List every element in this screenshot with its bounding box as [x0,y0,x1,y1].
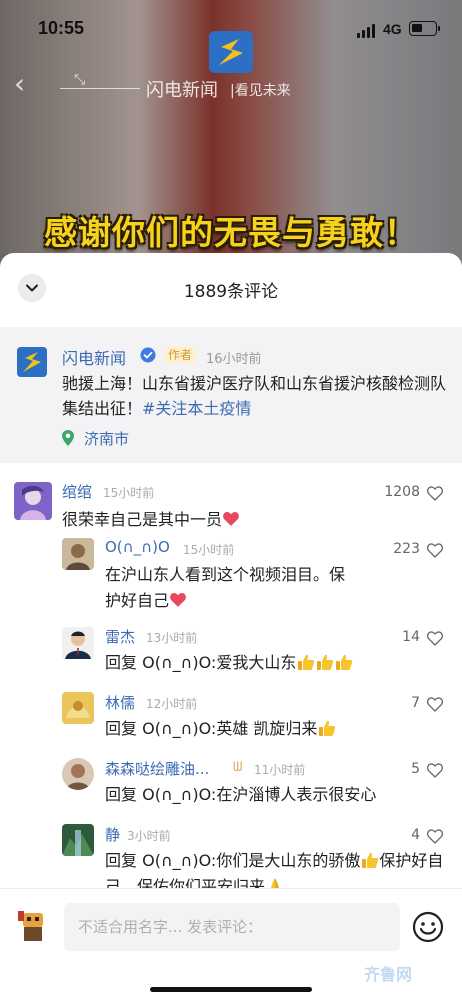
signal-icon [357,24,375,38]
sheet-header: 1889条评论 [0,253,462,323]
post-hashtag[interactable]: #关注本土疫情 [142,399,251,418]
like-count: 4 [411,827,420,843]
comment-avatar[interactable] [62,824,94,856]
location-pin-icon [62,430,74,446]
comment-avatar[interactable] [62,627,94,659]
comment-text: 回复 O(∩_∩)O:爱我大山东 [105,650,353,676]
comment-time: 13小时前 [146,631,198,645]
comment-author[interactable]: 静 [105,824,120,845]
post-author-name[interactable]: 闪电新闻 [62,345,126,369]
reply-prefix: 回复 [105,653,138,672]
my-avatar[interactable] [14,907,52,945]
post-text: 驰援上海！山东省援沪医疗队和山东省援沪核酸检测队集结出征！ [62,374,447,418]
brand-divider [60,88,140,89]
reply-target[interactable]: O(∩_∩)O [142,653,211,672]
comment-avatar[interactable] [62,538,94,570]
watermark: 齐鲁网 [364,965,413,984]
comment-body: 很荣幸自己是其中一员 [62,510,223,529]
video-brand-name: 闪电新闻 [146,80,218,101]
like-heart-icon[interactable] [427,486,443,501]
battery-icon [409,21,440,36]
home-indicator[interactable] [150,987,312,992]
reply-prefix: 回复 [105,719,138,738]
thumbs-up-emoji-icon [298,654,315,670]
like-heart-icon[interactable] [427,763,443,778]
reply-item[interactable]: 林儒 12小时前 7 回复 O(∩_∩)O:英雄 凯旋归来 [0,688,462,748]
like-heart-icon[interactable] [427,697,443,712]
like-count: 5 [411,761,420,777]
like-count: 7 [411,695,420,711]
like-count: 1208 [384,484,420,500]
thumbs-up-emoji-icon [336,654,353,670]
post-author-avatar[interactable] [17,347,47,377]
reply-item[interactable]: 雷杰 13小时前 14 回复 O(∩_∩)O:爱我大山东 [0,622,462,682]
comment-time: 15小时前 [183,543,235,557]
reply-target[interactable]: O(∩_∩)O [142,719,211,738]
app-logo-icon [209,31,253,73]
comment-avatar[interactable] [62,758,94,790]
thumbs-up-emoji-icon [319,720,336,736]
comment-body: :你们是大山东的骄傲 [210,851,361,870]
reply-prefix: 回复 [105,851,138,870]
reply-target[interactable]: O(∩_∩)O [142,851,211,870]
thumbs-up-emoji-icon [317,654,334,670]
comment-time: 12小时前 [146,697,198,711]
original-post[interactable]: 闪电新闻 作者 16小时前 驰援上海！山东省援沪医疗队和山东省援沪核酸检测队集结… [0,327,462,463]
reply-prefix: 回复 [105,785,138,804]
reply-item[interactable]: 森森哒绘雕油... ᗯ 11小时前 5 回复 O(∩_∩)O:在沪淄博人表示很安… [0,754,462,814]
comment-author[interactable]: 绾绾 [62,481,92,502]
comment-author[interactable]: 雷杰 [105,626,135,647]
comment-body: :在沪淄博人表示很安心 [210,785,377,804]
video-caption: 感谢你们的无畏与勇敢！ [44,213,418,252]
like-heart-icon[interactable] [427,829,443,844]
post-location[interactable]: 济南市 [84,428,129,449]
vip-badge-icon: ᗯ [233,760,243,775]
verified-icon [140,347,156,363]
comment-avatar[interactable] [62,692,94,724]
reply-target[interactable]: O(∩_∩)O [142,785,211,804]
comment-time: 11小时前 [254,763,306,777]
thumbs-up-emoji-icon [362,852,379,868]
post-content: 驰援上海！山东省援沪医疗队和山东省援沪核酸检测队集结出征！#关注本土疫情 [62,371,452,421]
comment-avatar[interactable] [14,482,52,520]
author-badge: 作者 [164,346,197,364]
status-time: 10:55 [38,18,85,38]
comment-text: 回复 O(∩_∩)O:英雄 凯旋归来 [105,716,336,742]
like-count: 14 [402,629,420,645]
comment-author[interactable]: 森森哒绘雕油... [105,758,209,779]
emoji-button-icon[interactable] [412,911,444,943]
comment-body: :爱我大山东 [210,653,297,672]
comment-text: 很荣幸自己是其中一员 [62,507,240,533]
comment-text: 回复 O(∩_∩)O:在沪淄博人表示很安心 [105,782,376,808]
comment-item[interactable]: 绾绾 15小时前 1208 很荣幸自己是其中一员 [0,477,462,537]
like-count: 223 [393,541,420,557]
comment-body: 在沪山东人看到这个视频泪目。保护好自己 [105,565,346,610]
heart-emoji-icon [223,511,239,526]
comment-input-bar: 齐鲁网 [0,888,462,1000]
reply-item[interactable]: O(∩_∩)O 15小时前 223 在沪山东人看到这个视频泪目。保护好自己 [0,534,462,616]
comment-input[interactable] [64,903,400,951]
comment-time: 15小时前 [103,486,155,500]
comment-body: :英雄 凯旋归来 [210,719,318,738]
video-brand-slogan: |看见未来 [230,83,291,99]
comment-count-title: 1889条评论 [183,282,279,302]
heart-emoji-icon [170,592,186,607]
post-time: 16小时前 [206,352,262,367]
comment-author[interactable]: 林儒 [105,692,135,713]
comment-time: 3小时前 [127,829,171,843]
comment-author[interactable]: O(∩_∩)O [105,538,170,556]
network-type: 4G [383,21,402,37]
shrink-icon[interactable]: ⤡ [74,72,94,92]
back-icon[interactable]: ‹ [14,70,42,98]
like-heart-icon[interactable] [427,631,443,646]
comment-text: 在沪山东人看到这个视频泪目。保护好自己 [105,562,355,614]
like-heart-icon[interactable] [427,543,443,558]
